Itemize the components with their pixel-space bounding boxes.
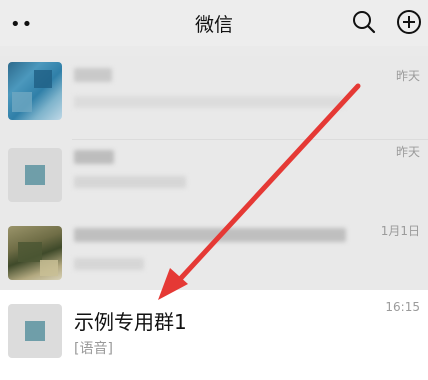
chat-item[interactable]: 昨天: [0, 140, 428, 224]
chat-item-example-group[interactable]: 示例专用群1 [语音] 16:15: [0, 290, 428, 380]
top-bar: •• 微信: [0, 0, 428, 46]
chat-time: 16:15: [385, 300, 420, 314]
chat-name-redacted: [74, 150, 114, 164]
chat-name-redacted: [74, 68, 112, 82]
avatar: [8, 62, 62, 120]
avatar: [8, 304, 62, 358]
chat-time: 昨天: [395, 69, 420, 83]
avatar: [8, 226, 62, 280]
chat-preview-redacted: [74, 258, 144, 270]
avatar: [8, 148, 62, 202]
chat-item[interactable]: 昨天: [0, 56, 428, 140]
search-icon[interactable]: [350, 8, 378, 36]
chat-time: 昨天: [395, 145, 420, 159]
chat-name: 示例专用群1: [74, 310, 187, 334]
plus-circle-icon[interactable]: [395, 8, 423, 36]
chat-list: 昨天 昨天 1月1日 示例专用群1 [语音] 16:15: [0, 46, 428, 380]
chat-preview-redacted: [74, 96, 344, 108]
chat-preview-redacted: [74, 176, 186, 188]
chat-name-redacted: [74, 228, 346, 242]
chat-preview: [语音]: [74, 341, 113, 357]
chat-time: 1月1日: [380, 224, 420, 238]
